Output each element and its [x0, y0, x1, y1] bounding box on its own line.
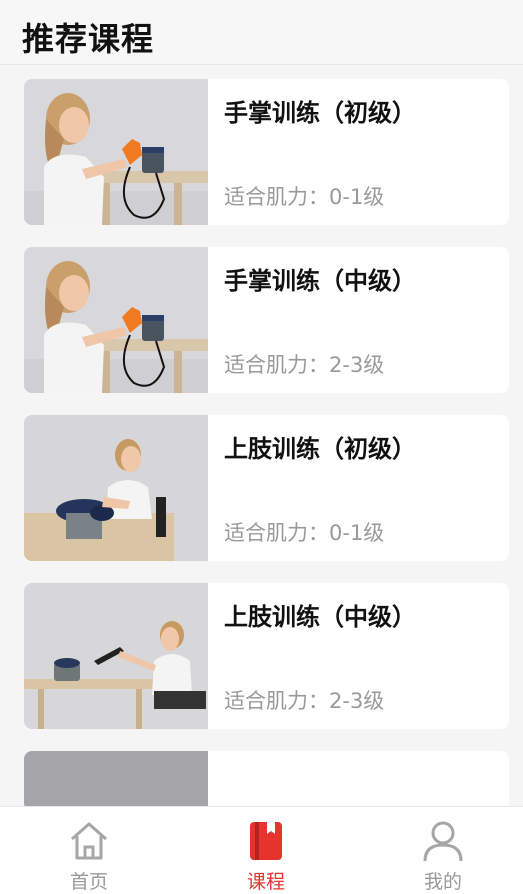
course-thumbnail-arm-training: [24, 583, 208, 729]
header: 推荐课程: [0, 0, 523, 65]
course-title: 手掌训练（初级）: [224, 99, 416, 127]
course-level: 适合肌力：2-3级: [224, 353, 385, 377]
course-card[interactable]: 手掌训练（中级） 适合肌力：2-3级: [24, 247, 509, 393]
book-icon: [250, 822, 282, 860]
course-thumbnail: [24, 751, 208, 806]
course-list[interactable]: 手掌训练（初级） 适合肌力：0-1级 手掌训练（中级） 适合肌力：2-3级 上肢…: [0, 64, 523, 806]
course-thumbnail-hand-training: [24, 247, 208, 393]
page-title: 推荐课程: [22, 20, 155, 58]
course-level: 适合肌力：0-1级: [224, 185, 385, 209]
course-thumbnail-arm-training: [24, 415, 208, 561]
course-card[interactable]: 上肢训练（初级） 适合肌力：0-1级: [24, 415, 509, 561]
course-title: 手掌训练（中级）: [224, 267, 416, 295]
bottom-tab-bar: 首页 课程 我的: [0, 806, 523, 894]
tab-courses-label: 课程: [246, 871, 285, 893]
course-card-partial[interactable]: [24, 751, 509, 806]
tab-home[interactable]: 首页: [29, 807, 149, 894]
course-level: 适合肌力：2-3级: [224, 689, 385, 713]
user-icon: [423, 821, 463, 862]
course-title: 上肢训练（中级）: [224, 603, 416, 631]
course-card[interactable]: 上肢训练（中级） 适合肌力：2-3级: [24, 583, 509, 729]
tab-home-label: 首页: [69, 871, 108, 893]
course-title: 上肢训练（初级）: [224, 435, 416, 463]
tab-courses[interactable]: 课程: [206, 807, 326, 894]
course-thumbnail-hand-training: [24, 79, 208, 225]
tab-profile[interactable]: 我的: [383, 807, 503, 894]
home-icon: [71, 822, 107, 860]
course-card[interactable]: 手掌训练（初级） 适合肌力：0-1级: [24, 79, 509, 225]
tab-profile-label: 我的: [423, 871, 462, 893]
course-level: 适合肌力：0-1级: [224, 521, 385, 545]
